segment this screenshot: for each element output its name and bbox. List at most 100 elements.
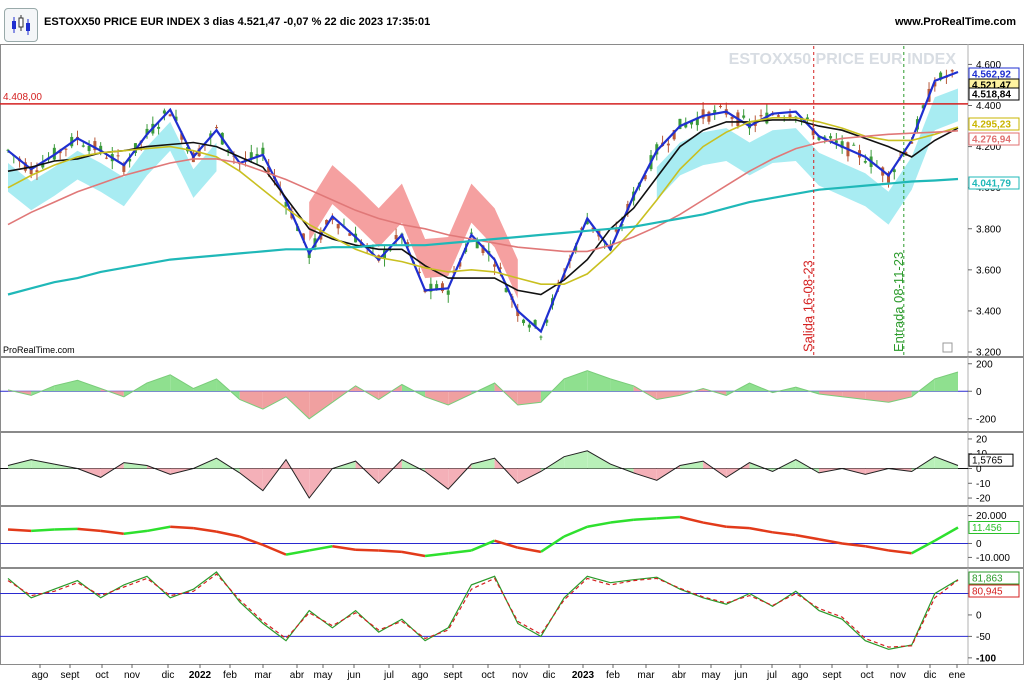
event-marker-label: Entrada 08-11-23 (891, 252, 906, 352)
candle-body (157, 126, 161, 129)
y-tick-label: -10 (976, 479, 991, 490)
y-tick-label: 4.400 (976, 101, 1001, 112)
resistance-label: 4.408,00 (3, 92, 42, 103)
site-link[interactable]: www.ProRealTime.com (895, 16, 1016, 28)
y-tick-label: 3.600 (976, 265, 1001, 276)
candle-body (336, 224, 340, 229)
y-tick-label: 20.000 (976, 511, 1007, 522)
candle-body (261, 147, 265, 155)
y-tick-label: 0 (976, 387, 982, 398)
chart-header: ESTOXX50 PRICE EUR INDEX 3 dias 4.521,47… (0, 0, 1024, 44)
candle-body (527, 324, 531, 328)
x-tick-label: jun (733, 670, 747, 681)
candle-body (829, 136, 833, 139)
pane-frame (0, 506, 1024, 568)
volume-flow-segment (54, 527, 78, 531)
y-tick-label: 3.400 (976, 306, 1001, 317)
x-tick-label: abr (290, 670, 305, 681)
candle-body (863, 161, 867, 163)
x-tick-label: oct (95, 670, 109, 681)
candle-body (742, 115, 746, 118)
x-tick-label: nov (512, 670, 528, 681)
y-tick-label: -200 (976, 414, 996, 425)
value-tag-text: 1,5765 (972, 456, 1003, 467)
y-tick-label: 3.800 (976, 224, 1001, 235)
candle-body (776, 115, 780, 117)
x-tick-label: may (702, 670, 721, 681)
x-tick-label: ene (949, 670, 966, 681)
y-tick-label: -100 (976, 653, 996, 664)
y-tick-label: 3.200 (976, 348, 1001, 359)
x-tick-label: mar (254, 670, 272, 681)
x-tick-label: ago (792, 670, 809, 681)
x-tick-label: abr (672, 670, 687, 681)
price-tag-text: 4.295,23 (972, 120, 1011, 131)
candle-body (64, 148, 68, 150)
volume-flow-segment (170, 525, 194, 530)
x-tick-label: ago (412, 670, 429, 681)
x-tick-label: 2023 (572, 670, 595, 681)
x-tick-label: mar (637, 670, 655, 681)
x-tick-label: dic (162, 670, 175, 681)
y-tick-label: 0 (976, 610, 982, 621)
price-tag-text: 4.518,84 (972, 90, 1011, 101)
y-tick-label: 200 (976, 359, 993, 370)
volume-flow-segment (378, 549, 402, 554)
x-tick-label: oct (860, 670, 874, 681)
x-tick-label: sept (61, 670, 80, 681)
volume-flow-segment (656, 515, 681, 520)
x-tick-label: feb (606, 670, 620, 681)
x-tick-label: sept (444, 670, 463, 681)
x-tick-label: 2022 (189, 670, 212, 681)
value-tag-text: 80,945 (972, 587, 1003, 598)
x-tick-label: nov (124, 670, 140, 681)
x-tick-label: oct (481, 670, 495, 681)
candle-body (104, 157, 108, 159)
candlestick-logo-icon (4, 8, 38, 42)
candle-body (87, 145, 91, 152)
event-marker-label: Salida 16-08-23 (801, 260, 816, 352)
candle-body (950, 69, 954, 72)
chart-title: ESTOXX50 PRICE EUR INDEX 3 dias 4.521,47… (44, 16, 431, 28)
candle-body (81, 145, 85, 147)
candle-body (852, 144, 856, 146)
candle-body (168, 114, 172, 117)
volume-flow-segment (633, 517, 657, 522)
x-tick-label: ago (32, 670, 49, 681)
volume-flow-segment (7, 528, 32, 533)
x-tick-label: jul (383, 670, 394, 681)
y-tick-label: -10.000 (976, 553, 1010, 564)
candle-body (719, 105, 722, 108)
y-tick-label: 20 (976, 434, 988, 445)
price-tag-text: 4.041,79 (972, 179, 1011, 190)
candle-body (707, 111, 711, 122)
candle-body (116, 155, 120, 157)
volume-flow-segment (355, 548, 379, 552)
volume-flow-segment (31, 528, 55, 533)
candle-body (522, 319, 526, 324)
volume-flow-segment (726, 525, 750, 530)
x-tick-label: sept (823, 670, 842, 681)
y-tick-label: -50 (976, 632, 991, 643)
x-tick-label: jul (766, 670, 777, 681)
y-tick-label: -20 (976, 494, 991, 505)
price-tag-text: 4.276,94 (972, 135, 1011, 146)
x-tick-label: dic (924, 670, 937, 681)
candle-body (162, 110, 166, 114)
candle-body (446, 290, 450, 295)
x-tick-label: jun (346, 670, 360, 681)
x-tick-label: nov (890, 670, 906, 681)
candle-body (215, 127, 219, 129)
source-label: ProRealTime.com (3, 345, 75, 355)
value-tag-text: 11.456 (972, 523, 1002, 534)
x-tick-label: dic (543, 670, 556, 681)
value-tag-text: 81,863 (972, 574, 1003, 585)
candle-body (493, 264, 497, 267)
x-tick-label: feb (223, 670, 237, 681)
chart-area[interactable]: 3.2003.4003.6003.8004.0004.2004.4004.600… (0, 44, 1024, 683)
info-icon (942, 342, 953, 353)
watermark: ESTOXX50 PRICE EUR INDEX (729, 51, 957, 68)
x-tick-label: may (314, 670, 333, 681)
candle-body (759, 115, 763, 117)
y-tick-label: 0 (976, 539, 982, 550)
